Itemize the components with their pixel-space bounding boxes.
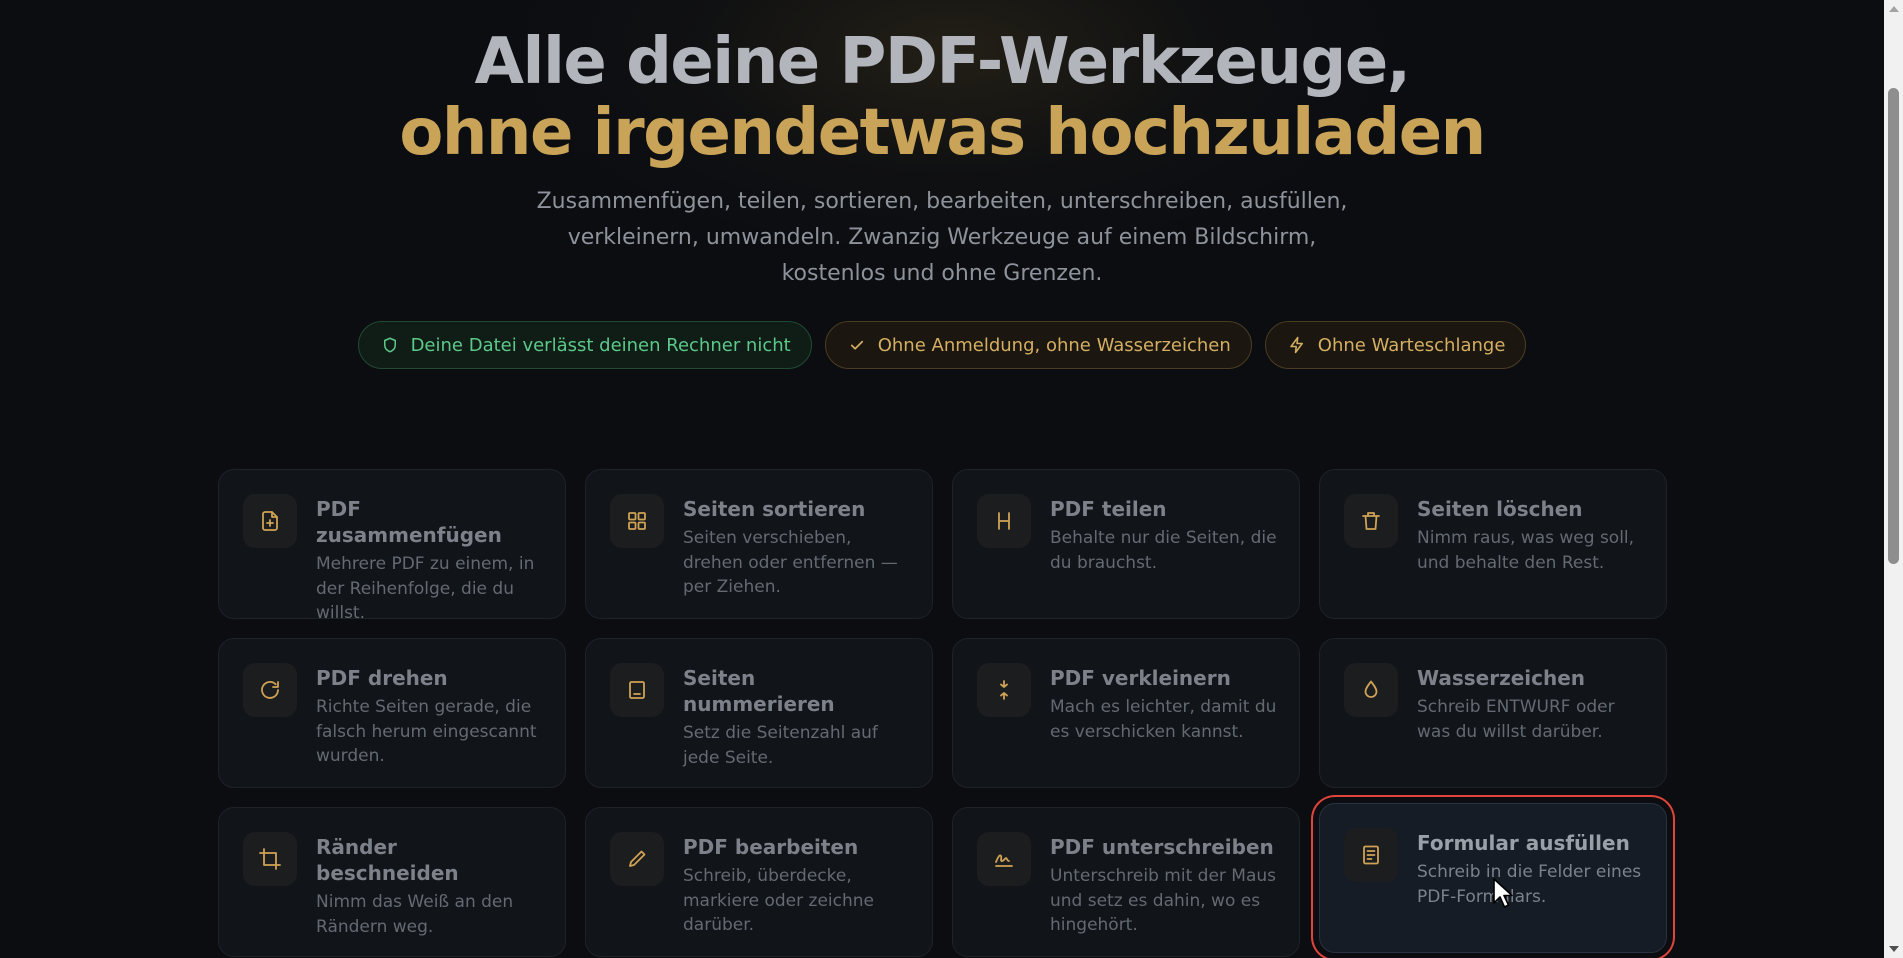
file-plus-icon bbox=[262, 511, 278, 531]
split-icon bbox=[998, 512, 1010, 530]
tool-card-rotate[interactable]: PDF drehen Richte Seiten gerade, die fal… bbox=[218, 638, 566, 788]
page-number-icon bbox=[629, 681, 645, 699]
signature-icon bbox=[995, 854, 1013, 867]
scrollbar-thumb[interactable] bbox=[1888, 88, 1899, 564]
tool-description: Behalte nur die Seiten, die du brauchst. bbox=[1050, 528, 1277, 573]
compress-icon bbox=[1000, 680, 1008, 700]
page: Alle deine PDF-Werkzeuge, ohne irgendetw… bbox=[0, 0, 1884, 958]
badge-local-processing: Deine Datei verlässt deinen Rechner nich… bbox=[357, 321, 812, 369]
hero-title-line1: Alle deine PDF-Werkzeuge, bbox=[474, 25, 1411, 99]
tool-title: PDF teilen bbox=[1050, 497, 1167, 521]
tool-card-compress[interactable]: PDF verkleinern Mach es leichter, damit … bbox=[952, 638, 1300, 788]
droplet-icon bbox=[1364, 680, 1378, 698]
tool-description: Schreib ENTWURF oder was du willst darüb… bbox=[1417, 697, 1615, 742]
hero-subtitle: Zusammenfügen, teilen, sortieren, bearbe… bbox=[536, 189, 1348, 286]
scroll-up-arrow-icon[interactable] bbox=[1889, 6, 1899, 12]
feature-badges: Deine Datei verlässt deinen Rechner nich… bbox=[0, 321, 1884, 369]
tools-grid: PDF zusammenfügen Mehrere PDF zu einem, … bbox=[218, 469, 1667, 957]
tool-title: Formular ausfüllen bbox=[1417, 831, 1630, 855]
tool-card-split[interactable]: PDF teilen Behalte nur die Seiten, die d… bbox=[952, 469, 1300, 619]
tool-description: Nimm raus, was weg soll, und behalte den… bbox=[1417, 528, 1635, 573]
tool-title: PDF bearbeiten bbox=[683, 835, 859, 859]
vertical-scrollbar[interactable] bbox=[1884, 0, 1903, 958]
tool-card-edit[interactable]: PDF bearbeiten Schreib, überdecke, marki… bbox=[585, 807, 933, 957]
form-icon bbox=[1363, 845, 1379, 865]
tool-description: Seiten verschieben, drehen oder entferne… bbox=[683, 528, 898, 597]
badge-no-signup: Ohne Anmeldung, ohne Wasserzeichen bbox=[824, 321, 1252, 369]
crop-icon bbox=[259, 848, 281, 870]
scroll-down-arrow-icon[interactable] bbox=[1889, 946, 1899, 952]
tool-card-delete-pages[interactable]: Seiten löschen Nimm raus, was weg soll, … bbox=[1319, 469, 1667, 619]
mouse-cursor-icon bbox=[1493, 878, 1513, 908]
badge-label: Deine Datei verlässt deinen Rechner nich… bbox=[410, 334, 791, 356]
tool-card-merge[interactable]: PDF zusammenfügen Mehrere PDF zu einem, … bbox=[218, 469, 566, 623]
tool-card-watermark[interactable]: Wasserzeichen Schreib ENTWURF oder was d… bbox=[1319, 638, 1667, 788]
tool-card-sign[interactable]: PDF unterschreiben Unterschreib mit der … bbox=[952, 807, 1300, 957]
tool-title: Seiten nummerieren bbox=[683, 666, 835, 716]
hero-title-line2: ohne irgendetwas hochzuladen bbox=[399, 96, 1486, 170]
trash-icon bbox=[1362, 512, 1380, 530]
badge-label: Ohne Warteschlange bbox=[1317, 334, 1506, 356]
tool-title: PDF drehen bbox=[316, 666, 448, 690]
tool-card-crop[interactable]: Ränder beschneiden Nimm das Weiß an den … bbox=[218, 807, 566, 957]
check-icon bbox=[850, 340, 863, 350]
tool-description: Schreib, überdecke, markiere oder zeichn… bbox=[683, 866, 874, 935]
tool-card-sort-pages[interactable]: Seiten sortieren Seiten verschieben, dre… bbox=[585, 469, 933, 619]
tool-title: Seiten sortieren bbox=[683, 497, 866, 521]
tool-title: PDF unterschreiben bbox=[1050, 835, 1274, 859]
tool-title: PDF verkleinern bbox=[1050, 666, 1231, 690]
tool-description: Schreib in die Felder eines PDF-Formular… bbox=[1417, 862, 1642, 907]
tool-description: Nimm das Weiß an den Rändern weg. bbox=[316, 892, 514, 937]
tool-description: Richte Seiten gerade, die falsch herum e… bbox=[316, 697, 537, 766]
tool-title: Wasserzeichen bbox=[1417, 666, 1586, 690]
tool-description: Mehrere PDF zu einem, in der Reihenfolge… bbox=[316, 554, 535, 623]
lightning-icon bbox=[1290, 336, 1303, 354]
shield-icon bbox=[383, 337, 396, 353]
tool-card-number-pages[interactable]: Seiten nummerieren Setz die Seitenzahl a… bbox=[585, 638, 933, 788]
pencil-icon bbox=[629, 850, 646, 867]
tool-title: Ränder beschneiden bbox=[316, 835, 459, 885]
badge-no-queue: Ohne Warteschlange bbox=[1264, 321, 1527, 369]
badge-label: Ohne Anmeldung, ohne Wasserzeichen bbox=[877, 334, 1231, 356]
rotate-icon bbox=[261, 681, 279, 699]
tool-title: PDF zusammenfügen bbox=[316, 497, 502, 547]
grid-icon bbox=[628, 512, 646, 530]
tool-description: Unterschreib mit der Maus und setz es da… bbox=[1050, 866, 1277, 935]
tool-description: Mach es leichter, damit du es verschicke… bbox=[1050, 697, 1277, 742]
tool-description: Setz die Seitenzahl auf jede Seite. bbox=[683, 723, 878, 768]
tool-title: Seiten löschen bbox=[1417, 497, 1583, 521]
